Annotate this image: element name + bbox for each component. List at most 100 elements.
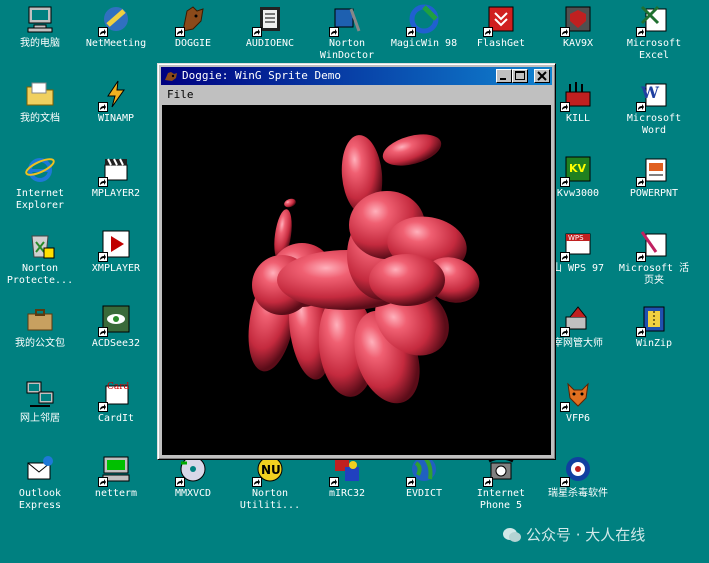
desktop-icon-label: AUDIOENC — [245, 38, 295, 49]
menu-file[interactable]: File — [167, 88, 194, 101]
play-icon — [98, 228, 132, 262]
desktop-icon-norton-utilities[interactable]: NU Norton Utiliti... — [230, 453, 310, 512]
desktop-icon-label: Internet Explorer — [15, 188, 65, 211]
desktop-icon-kav9x[interactable]: KAV9X — [538, 3, 618, 50]
computer-icon — [24, 3, 56, 35]
shortcut-arrow-icon — [406, 27, 416, 37]
window-title-bar[interactable]: Doggie: WinG Sprite Demo — [161, 67, 552, 85]
desktop-icon-label: 我的电脑 — [20, 38, 60, 49]
desktop-icon-label: 网上邻居 — [20, 413, 60, 424]
desktop-icon-acdsee32[interactable]: ACDSee32 — [76, 303, 156, 350]
desktop-icon-label: ACDSee32 — [91, 338, 141, 349]
desktop-icon-powerpnt[interactable]: POWERPNT — [614, 153, 694, 200]
desktop-icon-xmplayer[interactable]: XMPLAYER — [76, 228, 156, 275]
desktop-icon-outlook-express[interactable]: Outlook Express — [0, 453, 80, 512]
desktop-icon-ms-excel[interactable]: Microsoft Excel — [614, 3, 694, 62]
fox-icon — [560, 378, 594, 412]
shortcut-arrow-icon — [98, 27, 108, 37]
network-icon — [24, 378, 56, 410]
desktop-icon-label: CardIt — [97, 413, 135, 424]
shortcut-arrow-icon — [406, 477, 416, 487]
desktop-icon-evdict[interactable]: EVDICT — [384, 453, 464, 500]
desktop-icon-mmxvcd[interactable]: MMXVCD — [153, 453, 233, 500]
desktop-icon-cardit[interactable]: Card CardIt — [76, 378, 156, 425]
recycle-bin-icon — [24, 228, 56, 260]
shortcut-arrow-icon — [560, 327, 570, 337]
cardit-icon: Card — [98, 378, 132, 412]
magicwin-icon — [406, 3, 440, 37]
doggie-window-icon — [165, 72, 177, 81]
desktop-icon-label: Norton WinDoctor — [319, 38, 375, 61]
desktop-icon-label: DOGGIE — [174, 38, 212, 49]
close-button[interactable] — [534, 69, 550, 83]
desktop-icon-norton-protecte[interactable]: Norton Protecte... — [0, 228, 80, 287]
desktop-icon-winzip[interactable]: WinZip — [614, 303, 694, 350]
desktop-icon-label: WINAMP — [97, 113, 135, 124]
shortcut-arrow-icon — [483, 27, 493, 37]
terminal-icon — [98, 453, 132, 487]
desktop-icon-doggie[interactable]: DOGGIE — [153, 3, 233, 50]
desktop-icon-ms-binder[interactable]: Microsoft 活 页夹 — [614, 228, 694, 287]
shortcut-arrow-icon — [560, 252, 570, 262]
doggie-window[interactable]: Doggie: WinG Sprite Demo File — [157, 63, 556, 460]
shortcut-arrow-icon — [98, 402, 108, 412]
watermark-text: 公众号 · 大人在线 — [526, 526, 646, 544]
ie-icon — [24, 153, 56, 185]
desktop-icon-rising-av[interactable]: 瑞星杀毒软件 — [538, 453, 618, 500]
windoctor-icon — [329, 3, 363, 37]
desktop-icon-netterm[interactable]: netterm — [76, 453, 156, 500]
desktop-icon-my-computer[interactable]: 我的电脑 — [0, 3, 80, 50]
desktop-icon-winamp[interactable]: WINAMP — [76, 78, 156, 125]
desktop-icon-label: Microsoft Word — [626, 113, 682, 136]
desktop-icon-label: Internet Phone 5 — [476, 488, 526, 511]
shortcut-arrow-icon — [175, 477, 185, 487]
desktop-icon-label: Norton Protecte... — [6, 263, 74, 286]
desktop-icon-label: netterm — [94, 488, 138, 499]
svg-text:WPS: WPS — [568, 234, 584, 242]
word-icon: W — [636, 78, 670, 112]
desktop-icon-label: Microsoft Excel — [626, 38, 682, 61]
desktop-icon-label: MMXVCD — [174, 488, 212, 499]
desktop-icon-mirc32[interactable]: mIRC32 — [307, 453, 387, 500]
desktop-icon-norton-windoctor[interactable]: Norton WinDoctor — [307, 3, 387, 62]
winamp-icon — [98, 78, 132, 112]
shortcut-arrow-icon — [252, 477, 262, 487]
desktop-icon-ms-word[interactable]: W Microsoft Word — [614, 78, 694, 137]
desktop-icon-flashget[interactable]: FlashGet — [461, 3, 541, 50]
desktop-icon-mplayer2[interactable]: MPLAYER2 — [76, 153, 156, 200]
desktop-icon-label: 我的文档 — [20, 113, 60, 124]
sprite-canvas[interactable] — [162, 105, 551, 455]
shortcut-arrow-icon — [175, 27, 185, 37]
kill-icon — [560, 78, 594, 112]
close-icon — [537, 71, 547, 81]
desktop-icon-my-briefcase[interactable]: 我的公文包 — [0, 303, 80, 350]
briefcase-icon — [24, 303, 56, 335]
desktop-icon-label: EVDICT — [405, 488, 443, 499]
desktop-icon-audioenc[interactable]: AUDIOENC — [230, 3, 310, 50]
shortcut-arrow-icon — [98, 327, 108, 337]
desktop-icon-label: mIRC32 — [328, 488, 366, 499]
shortcut-arrow-icon — [98, 252, 108, 262]
desktop-icon-my-documents[interactable]: 我的文档 — [0, 78, 80, 125]
desktop-icon-label: 瑞星杀毒软件 — [548, 488, 608, 499]
clapper-icon — [98, 153, 132, 187]
desktop-icon-internet-phone[interactable]: Internet Phone 5 — [461, 453, 541, 512]
maximize-icon — [515, 71, 525, 80]
desktop-icon-label: POWERPNT — [629, 188, 679, 199]
minimize-icon — [500, 78, 506, 80]
desktop-icon-magicwin98[interactable]: MagicWin 98 — [384, 3, 464, 50]
netmeeting-icon — [98, 3, 132, 37]
desktop-icon-label: MagicWin 98 — [390, 38, 458, 49]
menu-bar: File — [161, 86, 552, 104]
maximize-button[interactable] — [512, 69, 528, 83]
kv-icon: KV — [560, 153, 594, 187]
desktop-icon-label: XMPLAYER — [91, 263, 141, 274]
desktop-icon-internet-explorer[interactable]: Internet Explorer — [0, 153, 80, 212]
desktop-icon-label: WinZip — [635, 338, 673, 349]
minimize-button[interactable] — [496, 69, 512, 83]
shortcut-arrow-icon — [483, 477, 493, 487]
desktop-icon-netmeeting[interactable]: NetMeeting — [76, 3, 156, 50]
desktop-icon-network-neighborhood[interactable]: 网上邻居 — [0, 378, 80, 425]
svg-text:Card: Card — [107, 382, 130, 392]
kav-icon — [560, 3, 594, 37]
